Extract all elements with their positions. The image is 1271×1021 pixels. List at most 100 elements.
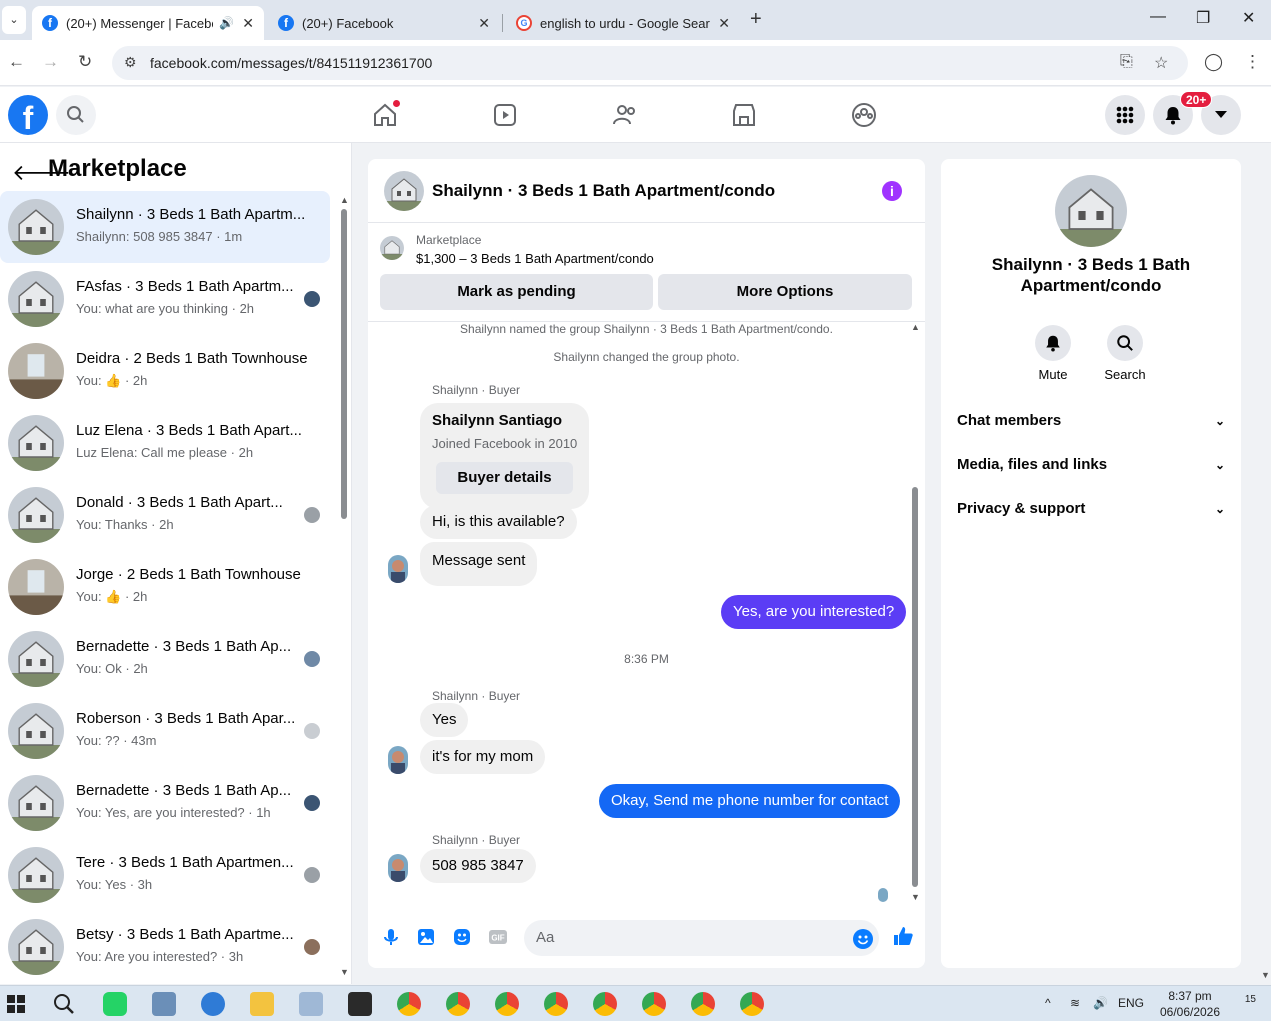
close-tab-icon[interactable]: ✕ [478,15,490,32]
conversation-item[interactable]: Betsy · 3 Beds 1 Bath Apartme... You: Are… [0,911,330,983]
chrome-profile-icon[interactable] [593,992,617,1016]
mute-button[interactable]: Mute [1018,325,1088,382]
sticker-icon[interactable] [452,927,472,947]
mark-as-pending-button[interactable]: Mark as pending [380,274,653,310]
notification-center-icon[interactable]: 15 [1232,994,1256,1014]
media-files-links-section[interactable]: Media, files and links ⌄ [957,456,1225,492]
install-app-icon[interactable]: ⎘ [1120,53,1133,71]
chrome-profile-icon[interactable] [740,992,764,1016]
buyer-details-button[interactable]: Buyer details [436,462,573,494]
clock[interactable]: 8:37 pm 06/06/2026 [1150,988,1230,1020]
chat-avatar[interactable] [384,171,424,211]
conversation-item[interactable]: Bernadette · 3 Beds 1 Bath Ap... You: Yes… [0,767,330,839]
wifi-icon[interactable]: ≋ [1070,996,1080,1010]
marketplace-icon[interactable] [728,99,760,131]
minimize-icon[interactable]: — [1150,8,1166,26]
received-message[interactable]: Message sent [420,542,538,586]
forward-arrow-icon[interactable]: → [42,52,59,72]
scrollbar-thumb[interactable] [912,487,918,887]
conversation-item[interactable]: Luz Elena · 3 Beds 1 Bath Apart... Luz El… [0,407,330,479]
whatsapp-icon[interactable] [103,992,127,1016]
sent-message[interactable]: Yes, are you interested? [721,595,907,629]
sent-message[interactable]: Okay, Send me phone number for contact [599,784,901,818]
menu-grid-button[interactable] [1105,95,1145,135]
microphone-icon[interactable] [381,927,401,947]
gif-icon[interactable]: GIF [488,927,508,947]
conversation-item[interactable]: Shailynn · 3 Beds 1 Bath Apartm... Shaily… [0,191,330,263]
calculator-icon[interactable] [152,992,176,1016]
chrome-profile-icon[interactable] [397,992,421,1016]
conversation-item[interactable]: Deidra · 2 Beds 1 Bath Townhouse You: 👍 ·… [0,335,330,407]
chrome-profile-icon[interactable] [544,992,568,1016]
conversation-item[interactable]: FAsfas · 3 Beds 1 Bath Apartm... You: wha… [0,263,330,335]
tab-google-search[interactable]: G english to urdu - Google Search ✕ [506,6,740,40]
windows-start-icon[interactable] [6,994,26,1014]
search-conversation-button[interactable]: Search [1090,325,1160,382]
search-button[interactable] [56,95,96,135]
sender-avatar[interactable] [388,854,408,882]
info-icon[interactable]: i [882,181,902,201]
file-explorer-icon[interactable] [250,992,274,1016]
app-icon[interactable] [201,992,225,1016]
groups-icon[interactable] [848,99,880,131]
tab-facebook[interactable]: f (20+) Facebook ✕ [268,6,500,40]
speaker-icon[interactable]: 🔊 [219,16,234,30]
photos-icon[interactable] [299,992,323,1016]
tab-search-dropdown-icon[interactable]: ⌄ [2,6,26,34]
tab-messenger[interactable]: f (20+) Messenger | Facebook 🔊 ✕ [32,6,264,40]
tray-chevron-up-icon[interactable]: ^ [1045,996,1051,1010]
photo-icon[interactable] [416,927,436,947]
received-message[interactable]: it's for my mom [420,740,546,774]
conversation-item[interactable]: Bernadette · 3 Beds 1 Bath Ap... You: Ok … [0,623,330,695]
chat-scrollbar[interactable]: ▲ ▼ [910,322,920,907]
conversation-item[interactable]: Jorge · 2 Beds 1 Bath Townhouse You: 👍 · … [0,551,330,623]
listing-thumbnail[interactable] [380,236,404,260]
sender-avatar[interactable] [388,746,408,774]
reload-icon[interactable]: ↻ [78,52,92,72]
privacy-support-section[interactable]: Privacy & support ⌄ [957,500,1225,536]
chrome-profile-icon[interactable] [495,992,519,1016]
conversation-item[interactable]: Roberson · 3 Beds 1 Bath Apar... You: ?? … [0,695,330,767]
thumbs-up-icon[interactable] [892,925,914,947]
received-message[interactable]: Hi, is this available? [420,505,577,539]
message-input[interactable]: Aa [524,920,879,956]
scroll-down-icon[interactable]: ▼ [911,892,920,902]
listing-price[interactable]: $1,300 – 3 Beds 1 Bath Apartment/condo [416,251,654,266]
menu-kebab-icon[interactable]: ⋮ [1244,52,1261,72]
left-scrollbar[interactable]: ▲ ▼ [340,195,349,977]
received-message[interactable]: 508 985 3847 [420,849,536,883]
conversation-item[interactable]: Tere · 3 Beds 1 Bath Apartmen... You: Yes… [0,839,330,911]
site-info-icon[interactable]: ⚙ [124,54,137,71]
scroll-up-icon[interactable]: ▲ [340,195,349,205]
more-options-button[interactable]: More Options [658,274,912,310]
chrome-profile-icon[interactable] [691,992,715,1016]
new-tab-icon[interactable]: + [750,8,762,31]
search-taskbar-icon[interactable] [52,992,76,1016]
conversation-item[interactable]: Donald · 3 Beds 1 Bath Apart... You: Than… [0,479,330,551]
page-scroll-down-icon[interactable]: ▼ [1261,970,1270,980]
close-tab-icon[interactable]: ✕ [242,15,254,32]
group-avatar[interactable] [1055,175,1127,247]
profile-icon[interactable]: ◯ [1204,52,1223,72]
language-indicator[interactable]: ENG [1118,996,1144,1010]
video-icon[interactable] [489,99,521,131]
volume-icon[interactable]: 🔊 [1093,996,1108,1010]
close-window-icon[interactable]: ✕ [1242,8,1255,28]
restore-icon[interactable]: ❐ [1196,8,1210,28]
chat-members-section[interactable]: Chat members ⌄ [957,412,1225,448]
sticky-notes-icon[interactable] [348,992,372,1016]
scroll-down-icon[interactable]: ▼ [340,967,349,977]
url-text[interactable]: facebook.com/messages/t/841511912361700 [150,55,432,71]
chrome-profile-icon[interactable] [642,992,666,1016]
back-arrow-icon[interactable]: ← [8,52,25,72]
emoji-icon[interactable] [853,929,873,949]
friends-icon[interactable] [609,99,641,131]
scroll-up-icon[interactable]: ▲ [911,322,920,332]
bookmark-star-icon[interactable]: ☆ [1154,53,1168,73]
chrome-profile-icon[interactable] [446,992,470,1016]
close-tab-icon[interactable]: ✕ [718,15,730,32]
received-message[interactable]: Yes [420,703,469,737]
sender-avatar[interactable] [388,555,408,583]
omnibox[interactable]: ⚙ facebook.com/messages/t/84151191236170… [112,46,1188,80]
scrollbar-thumb[interactable] [341,209,347,519]
